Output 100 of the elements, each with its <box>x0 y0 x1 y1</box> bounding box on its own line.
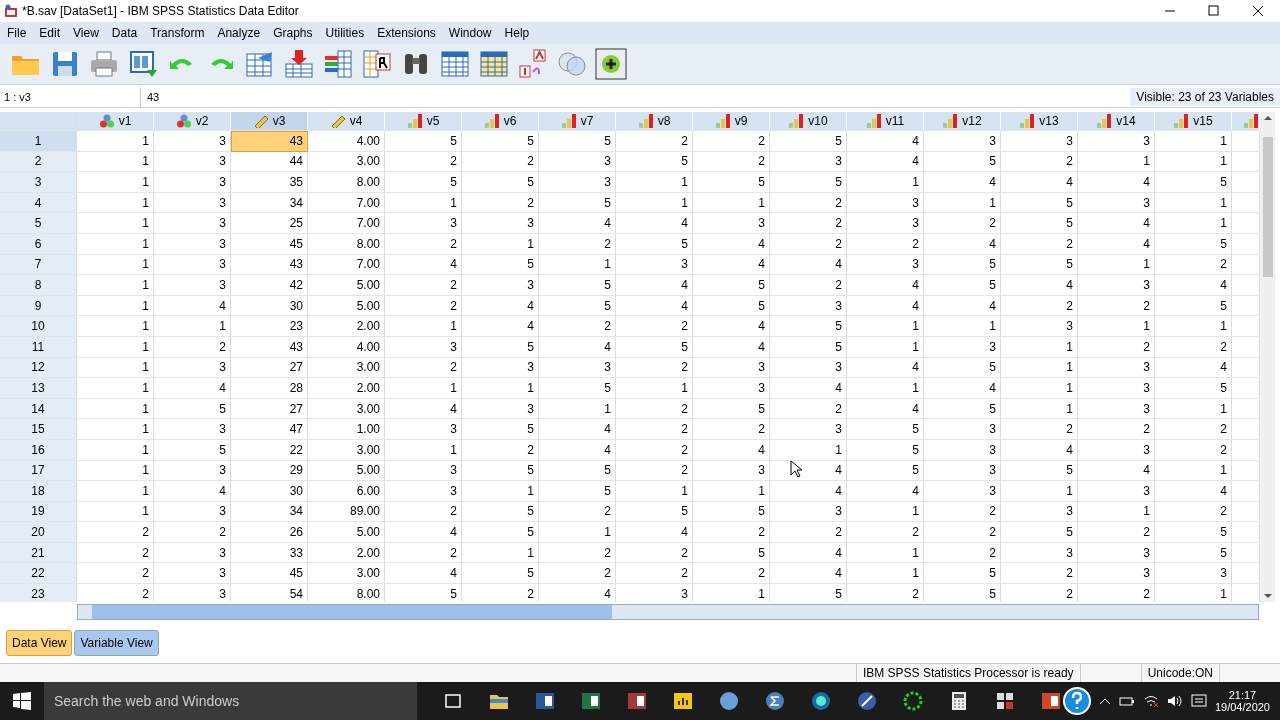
horizontal-scrollbar[interactable] <box>77 604 1259 620</box>
table-cell[interactable]: 2 <box>385 295 462 317</box>
table-cell[interactable]: 4 <box>770 481 847 502</box>
table-cell[interactable]: 1 <box>154 316 231 337</box>
table-cell[interactable]: 47 <box>231 419 308 440</box>
table-cell[interactable]: 1 <box>1155 398 1232 420</box>
table-cell[interactable]: 3 <box>462 213 539 234</box>
table-cell[interactable]: 2 <box>539 501 616 523</box>
grid-icon[interactable] <box>478 48 510 80</box>
table-cell[interactable]: 1 <box>462 542 539 564</box>
table-cell[interactable]: 2 <box>847 522 924 543</box>
table-cell[interactable]: 2 <box>847 233 924 255</box>
table-cell[interactable]: 5 <box>1001 213 1078 234</box>
menu-item[interactable]: File <box>2 26 35 40</box>
table-cell[interactable]: 5 <box>924 398 1001 420</box>
table-cell[interactable]: 1 <box>77 419 154 440</box>
table-cell[interactable]: 1 <box>462 233 539 255</box>
table-cell[interactable]: 5 <box>1155 378 1232 399</box>
column-header[interactable]: v4 <box>308 112 385 131</box>
table-cell[interactable]: 2 <box>924 522 1001 543</box>
table-cell[interactable]: 45 <box>231 233 308 255</box>
table-cell[interactable]: 2 <box>1001 563 1078 585</box>
table-cell[interactable]: 5 <box>539 378 616 399</box>
table-cell[interactable]: 30 <box>231 295 308 317</box>
table-cell[interactable]: 2 <box>1078 522 1155 543</box>
table-cell[interactable]: 2 <box>693 419 770 440</box>
table-cell[interactable]: 2 <box>770 398 847 420</box>
table-cell[interactable]: 5 <box>924 254 1001 276</box>
table-cell[interactable]: 3 <box>1078 542 1155 564</box>
table-cell[interactable]: 5 <box>1155 295 1232 317</box>
table-cell[interactable]: 1 <box>616 378 693 399</box>
table-cell[interactable]: 3 <box>847 254 924 276</box>
table-cell[interactable]: 4 <box>385 254 462 276</box>
table-cell[interactable]: 2 <box>462 151 539 173</box>
table-cell[interactable]: 2 <box>462 439 539 461</box>
table-cell[interactable]: 3 <box>770 357 847 379</box>
table-cell[interactable]: 4 <box>1078 213 1155 234</box>
column-header[interactable] <box>1232 112 1260 131</box>
table-cell[interactable]: 1 <box>77 378 154 399</box>
table-cell[interactable]: 5 <box>154 439 231 461</box>
table-cell[interactable]: 1 <box>847 501 924 523</box>
table-cell[interactable]: 2 <box>462 192 539 214</box>
table-cell[interactable]: 5 <box>924 151 1001 173</box>
menu-item[interactable]: View <box>68 26 107 40</box>
table-cell[interactable]: 3 <box>770 295 847 317</box>
table-cell[interactable]: 3 <box>847 213 924 234</box>
menu-item[interactable]: Data <box>106 26 146 40</box>
row-header[interactable]: 22 <box>0 563 77 585</box>
table-cell[interactable]: 5 <box>693 275 770 296</box>
table-cell[interactable]: 1 <box>616 192 693 214</box>
table-cell[interactable]: 5 <box>770 316 847 337</box>
menu-item[interactable]: Window <box>443 26 500 40</box>
table-cell[interactable]: 5 <box>539 131 616 152</box>
table-cell[interactable]: 5 <box>539 460 616 482</box>
table-cell[interactable]: 1 <box>1078 254 1155 276</box>
table-cell[interactable]: 5 <box>462 254 539 276</box>
table-cell[interactable]: 2 <box>693 563 770 585</box>
table-cell[interactable]: 1 <box>1001 336 1078 358</box>
table-cell[interactable]: 4 <box>154 378 231 399</box>
table-cell[interactable]: 3 <box>1078 481 1155 502</box>
table-cell[interactable]: 5 <box>924 275 1001 296</box>
table-cell[interactable]: 6.00 <box>308 481 385 502</box>
table-cell[interactable]: 5 <box>539 192 616 214</box>
table-cell[interactable]: 1 <box>616 481 693 502</box>
table-cell[interactable]: 5 <box>462 501 539 523</box>
table-cell[interactable]: 7.00 <box>308 213 385 234</box>
menu-item[interactable]: Utilities <box>320 26 373 40</box>
table-cell[interactable]: 4 <box>1078 460 1155 482</box>
table-cell[interactable]: 1 <box>693 481 770 502</box>
table-cell[interactable]: 4 <box>847 481 924 502</box>
table-cell[interactable]: 4 <box>924 378 1001 399</box>
grid-icon[interactable] <box>439 48 471 80</box>
table-cell[interactable]: 27 <box>231 357 308 379</box>
table-cell[interactable]: 3 <box>1078 378 1155 399</box>
table-cell[interactable]: 5 <box>462 131 539 152</box>
table-cell[interactable]: 1 <box>1001 357 1078 379</box>
table-cell[interactable]: 5 <box>1001 254 1078 276</box>
table-cell[interactable]: 43 <box>231 131 308 152</box>
table-cell[interactable]: 3 <box>1155 563 1232 585</box>
table-cell[interactable]: 4 <box>385 522 462 543</box>
table-cell[interactable]: 2 <box>770 233 847 255</box>
table-cell[interactable]: 5.00 <box>308 460 385 482</box>
table-cell[interactable]: 25 <box>231 213 308 234</box>
menu-item[interactable]: Analyze <box>212 26 269 40</box>
table-cell[interactable]: 3 <box>1078 192 1155 214</box>
table-cell[interactable]: 2 <box>77 563 154 585</box>
row-header[interactable]: 1 <box>0 131 77 152</box>
table-cell[interactable]: 3 <box>385 419 462 440</box>
table-cell[interactable]: 3 <box>924 419 1001 440</box>
table-cell[interactable]: 5 <box>616 501 693 523</box>
column-header[interactable]: v5 <box>385 112 462 131</box>
table-cell[interactable]: 1 <box>847 563 924 585</box>
table-cell[interactable]: 3 <box>154 151 231 173</box>
table-cell[interactable]: 1 <box>1078 151 1155 173</box>
row-header[interactable]: 11 <box>0 336 77 358</box>
table-cell[interactable]: 3 <box>1078 131 1155 152</box>
table-cell[interactable]: 33 <box>231 542 308 564</box>
table-cell[interactable]: 89.00 <box>308 501 385 523</box>
table-cell[interactable]: 5 <box>693 501 770 523</box>
table-cell[interactable]: 3 <box>1001 542 1078 564</box>
